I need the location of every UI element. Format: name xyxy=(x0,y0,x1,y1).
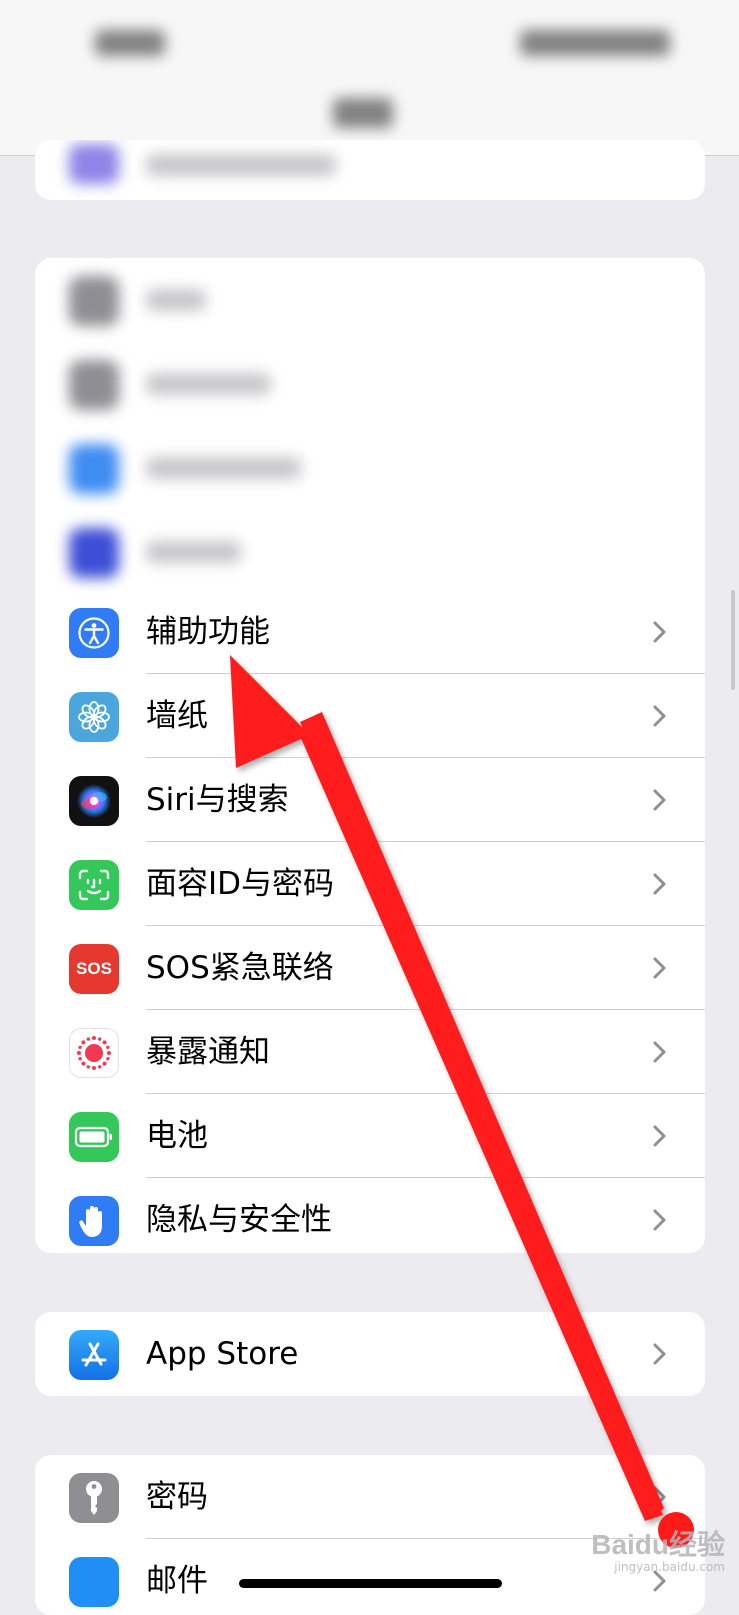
annotation-arrow xyxy=(230,655,694,1548)
watermark: Baidu经验 jingyan.baidu.com xyxy=(565,1529,725,1575)
home-indicator[interactable] xyxy=(239,1579,502,1588)
watermark-text: Baidu经验 xyxy=(591,1529,725,1560)
watermark-subtext: jingyan.baidu.com xyxy=(614,1560,725,1574)
